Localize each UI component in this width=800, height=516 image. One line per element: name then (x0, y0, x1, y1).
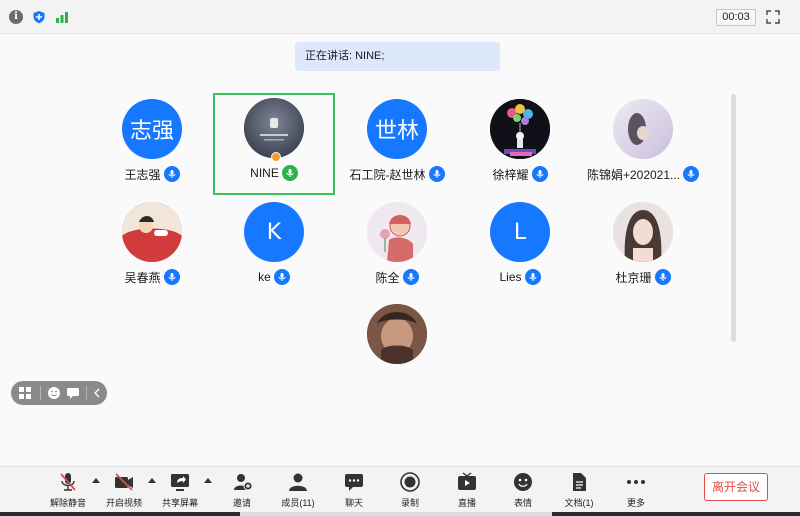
record-label: 录制 (400, 498, 419, 508)
meeting-timer: 00:03 (716, 9, 756, 26)
meeting-toolbar: 解除静音 开启视频 共享屏幕 邀请 成员(11) 聊天 录制 直播 表情 文档(… (0, 466, 800, 516)
layout-grid-icon[interactable] (18, 386, 32, 400)
participant-tile[interactable]: 世林 石工院-赵世林 (336, 94, 458, 196)
smiley-icon (512, 471, 534, 493)
participant-name: 王志强 (124, 167, 161, 182)
avatar: L (490, 202, 550, 262)
reactions-button[interactable]: 表情 (495, 471, 551, 511)
share-options-caret-icon[interactable] (204, 478, 212, 483)
avatar (244, 98, 304, 158)
participant-name: 陈全 (375, 270, 400, 285)
record-icon (399, 471, 421, 493)
divider (86, 386, 87, 400)
start-video-button[interactable]: 开启视频 (96, 471, 152, 511)
more-dots-icon (625, 471, 647, 493)
participant-tile[interactable]: 徐梓耀 (459, 94, 581, 196)
mic-icon (524, 269, 541, 285)
chevron-left-icon[interactable] (90, 386, 104, 400)
gallery-view: 正在讲话: NINE; 志强 王志强 NINE 世林 石工院-赵世林 徐梓耀 陈… (0, 34, 800, 466)
participant-tile-active-speaker[interactable]: NINE (213, 93, 335, 195)
avatar (613, 202, 673, 262)
mic-icon (273, 269, 290, 285)
participant-name: NINE (250, 166, 279, 180)
live-label: 直播 (457, 498, 476, 508)
participant-name: 杜京珊 (615, 270, 652, 285)
participant-tile[interactable]: 杜京珊 (582, 197, 704, 299)
mic-icon (428, 166, 445, 182)
avatar: K (244, 202, 304, 262)
mic-icon (683, 166, 700, 182)
participant-tile[interactable]: 吴春燕 (91, 197, 213, 299)
participant-tile[interactable]: K ke (213, 197, 335, 299)
participant-tile[interactable]: 陈锦娟+202021... (582, 94, 704, 196)
participant-name: Lies (499, 270, 522, 284)
invite-label: 邀请 (232, 498, 251, 508)
avatar (122, 202, 182, 262)
add-user-icon (231, 471, 253, 493)
mic-icon (531, 166, 548, 182)
camera-off-icon (113, 471, 135, 493)
gallery-scrollbar[interactable] (731, 94, 736, 342)
share-screen-button[interactable]: 共享屏幕 (152, 471, 208, 511)
participant-name: 徐梓耀 (492, 167, 529, 182)
live-stream-icon (456, 471, 478, 493)
participant-tile[interactable]: L Lies (459, 197, 581, 299)
mic-icon (402, 269, 419, 285)
mic-icon (163, 166, 180, 182)
members-label: 成员(11) (281, 498, 315, 508)
members-icon (287, 471, 309, 493)
docs-button[interactable]: 文档(1) (551, 471, 607, 511)
participant-tile[interactable]: 陈全 (336, 197, 458, 299)
share-screen-label: 共享屏幕 (161, 498, 198, 508)
floating-view-toolbar (11, 381, 107, 405)
avatar (367, 304, 427, 364)
reactions-label: 表情 (513, 498, 532, 508)
top-bar: i 00:03 (0, 0, 800, 34)
document-icon (568, 471, 590, 493)
record-button[interactable]: 录制 (382, 471, 438, 511)
chat-bubble-icon[interactable] (66, 386, 80, 400)
start-video-label: 开启视频 (105, 498, 142, 508)
participant-name: 吴春燕 (124, 270, 161, 285)
more-label: 更多 (626, 498, 645, 508)
leave-meeting-button[interactable]: 离开会议 (704, 473, 768, 501)
emoji-icon[interactable] (47, 386, 61, 400)
speaking-banner: 正在讲话: NINE; (295, 42, 500, 71)
unmute-label: 解除静音 (49, 498, 86, 508)
live-button[interactable]: 直播 (439, 471, 495, 511)
divider (40, 386, 41, 400)
taskbar-strip (0, 512, 800, 516)
participant-tile[interactable]: 志强 王志强 (91, 94, 213, 196)
avatar: 志强 (122, 99, 182, 159)
chat-icon (343, 471, 365, 493)
signal-icon[interactable] (55, 10, 69, 24)
chat-label: 聊天 (344, 498, 363, 508)
info-icon[interactable]: i (9, 10, 23, 24)
participant-name: 石工院-赵世林 (349, 167, 426, 182)
docs-label: 文档(1) (564, 498, 594, 508)
more-button[interactable]: 更多 (608, 471, 664, 511)
host-badge-icon (271, 152, 281, 162)
taskbar-gap (240, 512, 552, 516)
mic-icon (163, 269, 180, 285)
mic-muted-icon (57, 471, 79, 493)
invite-button[interactable]: 邀请 (214, 471, 270, 511)
shield-icon[interactable] (32, 10, 46, 24)
participant-tile[interactable] (336, 299, 458, 401)
fullscreen-icon[interactable] (766, 10, 780, 24)
avatar: 世林 (367, 99, 427, 159)
members-button[interactable]: 成员(11) (270, 471, 326, 511)
share-screen-icon (169, 471, 191, 493)
unmute-button[interactable]: 解除静音 (40, 471, 96, 511)
mic-active-icon (281, 165, 298, 181)
mic-icon (654, 269, 671, 285)
avatar (490, 99, 550, 159)
avatar (367, 202, 427, 262)
participant-name: ke (258, 270, 271, 284)
participant-name: 陈锦娟+202021... (586, 167, 681, 182)
avatar (613, 99, 673, 159)
chat-button[interactable]: 聊天 (326, 471, 382, 511)
